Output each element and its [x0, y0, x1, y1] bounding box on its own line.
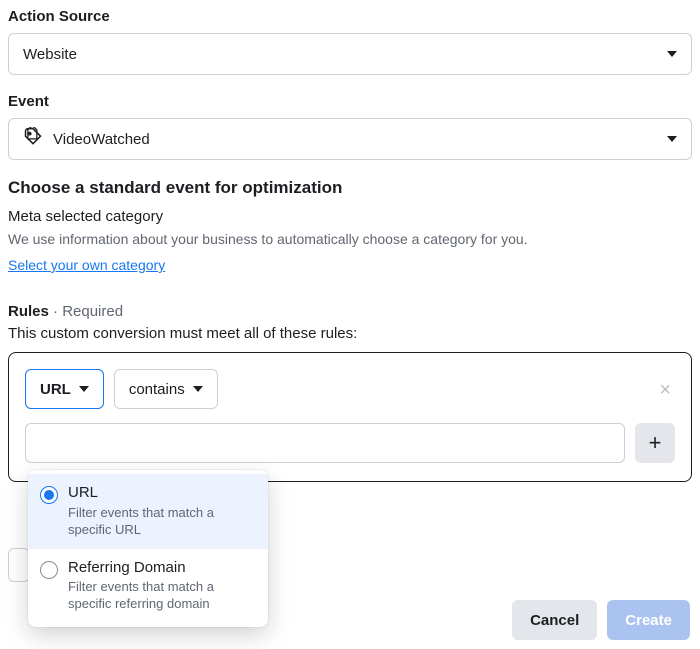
action-source-value: Website	[23, 46, 77, 63]
rule-field-select[interactable]: URL	[25, 369, 104, 409]
rules-box: URL contains × +	[8, 352, 692, 482]
rule-value-input[interactable]	[25, 423, 625, 463]
caret-down-icon	[667, 51, 677, 57]
cancel-button[interactable]: Cancel	[512, 600, 597, 640]
caret-down-icon	[193, 386, 203, 392]
rule-field-value: URL	[40, 381, 71, 398]
tag-icon	[23, 127, 43, 151]
optimization-subheading: Meta selected category	[8, 208, 692, 225]
rules-label: Rules	[8, 303, 49, 320]
dropdown-option-sub: Filter events that match a specific refe…	[68, 579, 256, 613]
add-rule-button[interactable]: +	[635, 423, 675, 463]
dropdown-option-sub: Filter events that match a specific URL	[68, 505, 256, 539]
dropdown-option-url[interactable]: URL Filter events that match a specific …	[28, 474, 268, 549]
dropdown-option-referring-domain[interactable]: Referring Domain Filter events that matc…	[28, 549, 268, 624]
radio-unchecked-icon	[40, 561, 58, 579]
caret-down-icon	[667, 136, 677, 142]
event-label: Event	[8, 93, 692, 110]
dropdown-option-title: Referring Domain	[68, 559, 256, 578]
remove-rule-button[interactable]: ×	[659, 379, 671, 402]
footer-actions: Cancel Create	[512, 600, 690, 640]
action-source-select[interactable]: Website	[8, 33, 692, 75]
optimization-description: We use information about your business t…	[8, 231, 692, 247]
select-own-category-link[interactable]: Select your own category	[8, 257, 165, 273]
event-select[interactable]: VideoWatched	[8, 118, 692, 160]
event-value: VideoWatched	[53, 131, 150, 148]
rules-description: This custom conversion must meet all of …	[8, 325, 692, 342]
optimization-heading: Choose a standard event for optimization	[8, 178, 692, 198]
collapsed-section[interactable]	[8, 548, 30, 582]
rules-required: · Required	[49, 303, 123, 320]
caret-down-icon	[79, 386, 89, 392]
rule-field-dropdown: URL Filter events that match a specific …	[28, 470, 268, 627]
dropdown-option-title: URL	[68, 484, 256, 503]
create-button[interactable]: Create	[607, 600, 690, 640]
rule-operator-select[interactable]: contains	[114, 369, 218, 409]
action-source-label: Action Source	[8, 8, 692, 25]
rule-operator-value: contains	[129, 381, 185, 398]
radio-checked-icon	[40, 486, 58, 504]
